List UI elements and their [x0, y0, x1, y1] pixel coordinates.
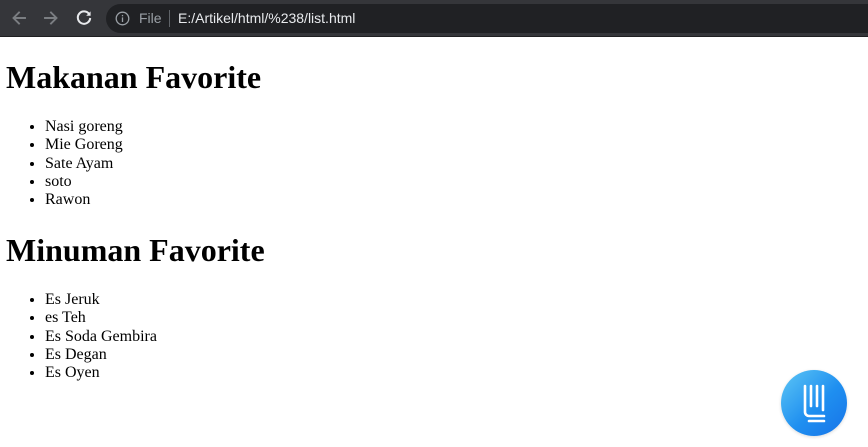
- forward-button[interactable]: [39, 6, 63, 30]
- list-item: Rawon: [45, 191, 123, 209]
- list-item: Mie Goreng: [45, 136, 123, 154]
- food-list: Nasi goreng Mie Goreng Sate Ayam soto Ra…: [0, 118, 123, 209]
- list-item: Es Soda Gembira: [45, 328, 157, 346]
- chat-widget-icon: [803, 384, 826, 423]
- list-item: Sate Ayam: [45, 155, 123, 173]
- drink-list: Es Jeruk es Teh Es Soda Gembira Es Degan…: [0, 291, 157, 382]
- file-scheme-label: File: [139, 10, 162, 26]
- food-heading: Makanan Favorite: [6, 59, 262, 95]
- page-content: Makanan Favorite Nasi goreng Mie Goreng …: [0, 37, 868, 447]
- browser-toolbar: File E:/Artikel/html/%238/list.html: [0, 0, 868, 37]
- list-item: es Teh: [45, 309, 157, 327]
- list-item: Es Oyen: [45, 364, 157, 382]
- chat-widget-button[interactable]: [781, 370, 847, 436]
- list-item: Nasi goreng: [45, 118, 123, 136]
- info-icon[interactable]: [115, 11, 130, 26]
- arrow-right-icon: [44, 11, 58, 25]
- address-bar[interactable]: File E:/Artikel/html/%238/list.html: [106, 4, 868, 33]
- drink-heading: Minuman Favorite: [6, 232, 265, 268]
- omnibox-divider: [169, 10, 170, 27]
- reload-button[interactable]: [72, 6, 96, 30]
- url-text[interactable]: E:/Artikel/html/%238/list.html: [178, 10, 355, 27]
- list-item: soto: [45, 173, 123, 191]
- list-item: Es Jeruk: [45, 291, 157, 309]
- arrow-left-icon: [12, 11, 26, 25]
- back-button[interactable]: [7, 6, 31, 30]
- list-item: Es Degan: [45, 346, 157, 364]
- reload-icon: [76, 10, 92, 25]
